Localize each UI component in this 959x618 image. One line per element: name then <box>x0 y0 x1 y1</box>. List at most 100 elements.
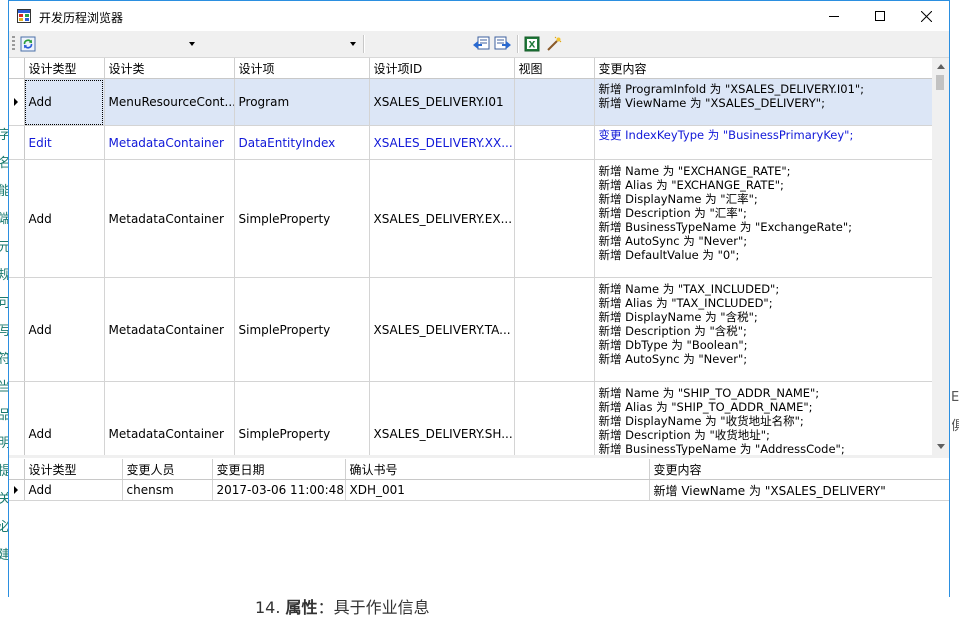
row-header[interactable] <box>9 125 25 160</box>
cell-design-item[interactable]: SimpleProperty <box>234 159 370 278</box>
grid-splitter[interactable] <box>9 455 949 458</box>
cell-view[interactable] <box>514 78 595 126</box>
cell-design-type[interactable]: Add <box>24 78 105 126</box>
table-row[interactable]: Add MetadataContainer SimpleProperty XSA… <box>9 381 933 455</box>
edit-wand-button[interactable] <box>544 34 564 54</box>
table-row[interactable]: Add MetadataContainer SimpleProperty XSA… <box>9 159 933 278</box>
column-header-design-item-id[interactable]: 设计项ID <box>369 58 515 79</box>
cell-view[interactable] <box>514 277 595 382</box>
toolbar-grip[interactable] <box>12 36 15 52</box>
background-glyph: 当 <box>0 380 8 395</box>
navigate-forward-button[interactable] <box>493 34 513 54</box>
cell-design-item[interactable]: SimpleProperty <box>234 381 370 455</box>
column-header-confirmation-no[interactable]: 确认书号 <box>345 459 650 480</box>
cell-design-item-id[interactable]: XSALES_DELIVERY.I01 <box>369 78 515 126</box>
cell-design-type[interactable]: Add <box>24 159 105 278</box>
cell-design-class[interactable]: MetadataContainer <box>104 159 235 278</box>
row-header[interactable] <box>9 78 25 126</box>
column-header-view[interactable]: 视图 <box>514 58 595 79</box>
vertical-scrollbar[interactable] <box>932 58 949 455</box>
toolbar-separator <box>517 35 519 53</box>
change-history-grid[interactable]: 设计类型 变更人员 变更日期 确认书号 变更内容 Add chensm 2017… <box>9 459 949 597</box>
background-glyph: 规 <box>0 268 8 283</box>
cell-change-date[interactable]: 2017-03-06 11:00:48 <box>212 479 346 501</box>
cell-change-content[interactable]: 新增 Name 为 "SHIP_TO_ADDR_NAME"; 新增 Alias … <box>594 381 933 455</box>
maximize-button[interactable] <box>857 1 903 31</box>
row-header-corner <box>9 459 25 480</box>
cell-design-class[interactable]: MenuResourceCont... <box>104 78 235 126</box>
filter-combo-1[interactable] <box>45 34 199 54</box>
cell-design-item-id[interactable]: XSALES_DELIVERY.XX... <box>369 125 515 160</box>
row-header[interactable] <box>9 479 25 501</box>
cell-view[interactable] <box>514 381 595 455</box>
cell-design-type[interactable]: Edit <box>24 125 105 160</box>
column-header-design-item[interactable]: 设计项 <box>234 58 370 79</box>
scroll-down-button[interactable] <box>932 438 949 455</box>
background-glyph: 符 <box>0 352 8 367</box>
current-row-indicator-icon <box>14 98 18 106</box>
column-header-change-content[interactable]: 变更内容 <box>594 58 933 79</box>
cell-design-class[interactable]: MetadataContainer <box>104 381 235 455</box>
design-change-grid[interactable]: 设计类型 设计类 设计项 设计项ID 视图 变更内容 Add MenuResou… <box>9 58 949 455</box>
background-text-number: 14. <box>255 598 281 617</box>
cell-changed-by[interactable]: chensm <box>122 479 213 501</box>
cell-design-item-id[interactable]: XSALES_DELIVERY.TA... <box>369 277 515 382</box>
table-row[interactable]: Add chensm 2017-03-06 11:00:48 XDH_001 新… <box>9 479 949 501</box>
background-glyph: 端 <box>0 212 8 227</box>
cell-design-item[interactable]: Program <box>234 78 370 126</box>
background-glyph: 能 <box>0 184 8 199</box>
background-document-bottom-text: 14. 属性：具于作业信息 <box>255 594 430 618</box>
background-glyph: 必 <box>0 520 8 535</box>
row-header[interactable] <box>9 381 25 455</box>
cell-design-class[interactable]: MetadataContainer <box>104 277 235 382</box>
cell-change-content[interactable]: 新增 ViewName 为 "XSALES_DELIVERY" <box>649 479 949 501</box>
excel-export-button[interactable]: X <box>522 34 542 54</box>
cell-design-item-id[interactable]: XSALES_DELIVERY.EX... <box>369 159 515 278</box>
cell-design-class[interactable]: MetadataContainer <box>104 125 235 160</box>
cell-design-type[interactable]: Add <box>24 277 105 382</box>
background-document-right: E 俱 <box>952 385 959 445</box>
minimize-button[interactable] <box>811 1 857 31</box>
background-text-rest: ：具于作业信息 <box>317 598 430 617</box>
svg-text:X: X <box>529 41 536 51</box>
row-header[interactable] <box>9 159 25 278</box>
filter-combo-2[interactable] <box>200 34 360 54</box>
minimize-icon <box>829 16 839 17</box>
cell-change-content[interactable]: 新增 ProgramInfoId 为 "XSALES_DELIVERY.I01"… <box>594 78 933 126</box>
table-row[interactable]: Edit MetadataContainer DataEntityIndex X… <box>9 125 933 160</box>
cell-view[interactable] <box>514 159 595 278</box>
cell-confirmation-no[interactable]: XDH_001 <box>345 479 650 501</box>
table-row[interactable]: Add MetadataContainer SimpleProperty XSA… <box>9 277 933 382</box>
close-button[interactable] <box>903 1 949 31</box>
refresh-button[interactable] <box>18 34 38 54</box>
row-header[interactable] <box>9 277 25 382</box>
scrollbar-thumb[interactable] <box>936 75 944 90</box>
cell-view[interactable] <box>514 125 595 160</box>
cell-design-type[interactable]: Add <box>24 381 105 455</box>
edit-wand-icon <box>547 36 562 51</box>
background-glyph: 俱 <box>952 419 959 434</box>
background-glyph: 品 <box>0 408 8 423</box>
column-header-design-type[interactable]: 设计类型 <box>24 58 105 79</box>
scroll-up-button[interactable] <box>932 58 949 75</box>
cell-change-content[interactable]: 新增 Name 为 "TAX_INCLUDED"; 新增 Alias 为 "TA… <box>594 277 933 382</box>
column-header-changed-by[interactable]: 变更人员 <box>122 459 213 480</box>
column-header-change-date[interactable]: 变更日期 <box>212 459 346 480</box>
background-glyph: 字 <box>0 128 8 143</box>
cell-design-item-id[interactable]: XSALES_DELIVERY.SH... <box>369 381 515 455</box>
toolbar: X <box>9 31 949 58</box>
cell-design-item[interactable]: SimpleProperty <box>234 277 370 382</box>
column-header-design-type[interactable]: 设计类型 <box>24 459 123 480</box>
column-header-design-class[interactable]: 设计类 <box>104 58 235 79</box>
history-browser-window: 开发历程浏览器 X 设计类型 设计类 设计项 设计项ID 视图 变更内容 Add… <box>8 0 950 597</box>
title-bar[interactable]: 开发历程浏览器 <box>9 1 949 31</box>
chevron-down-icon <box>936 444 945 449</box>
column-header-change-content[interactable]: 变更内容 <box>649 459 949 480</box>
cell-change-content[interactable]: 新增 Name 为 "EXCHANGE_RATE"; 新增 Alias 为 "E… <box>594 159 933 278</box>
table-row[interactable]: Add MenuResourceCont... Program XSALES_D… <box>9 78 933 126</box>
cell-design-type[interactable]: Add <box>24 479 123 501</box>
cell-design-item[interactable]: DataEntityIndex <box>234 125 370 160</box>
navigate-back-button[interactable] <box>471 34 491 54</box>
search-text-field[interactable] <box>367 34 467 54</box>
cell-change-content[interactable]: 变更 IndexKeyType 为 "BusinessPrimaryKey"; <box>594 125 933 160</box>
